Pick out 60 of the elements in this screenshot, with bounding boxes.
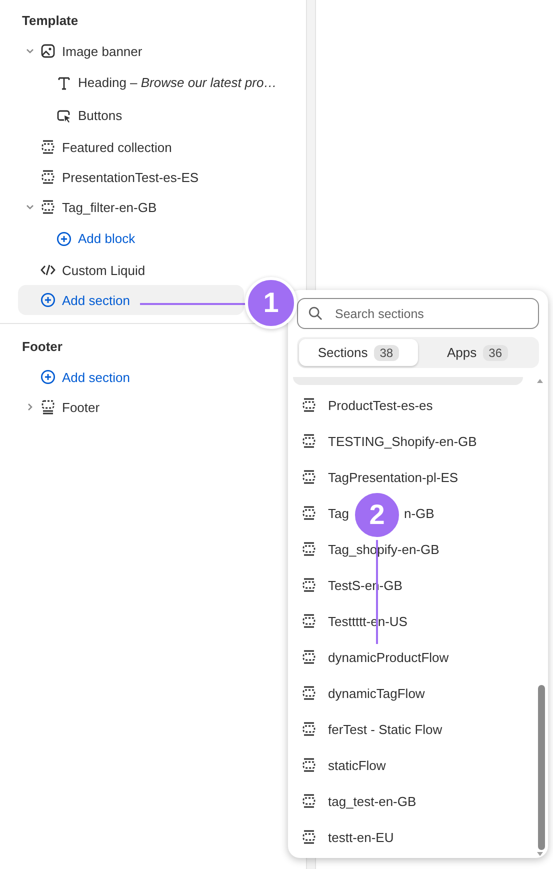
section-option[interactable]: dynamicProductFlow [328, 650, 449, 664]
tree-item-label[interactable]: Add section [62, 370, 130, 384]
add-icon [56, 230, 72, 246]
tab[interactable]: Sections 38 [299, 339, 418, 366]
section-icon [301, 649, 317, 665]
image-icon [40, 43, 56, 59]
group-heading: Template [22, 12, 80, 30]
section-option[interactable]: ferTest - Static Flow [328, 722, 442, 736]
tree-item-label[interactable]: Image banner [62, 44, 142, 58]
section-option[interactable]: testt-en-EU [328, 830, 394, 844]
count-badge: 38 [374, 344, 400, 360]
tree-item-label[interactable]: Tag_filter-en-GB [62, 200, 157, 214]
text-icon [56, 74, 72, 90]
section-option[interactable]: staticFlow [328, 758, 386, 772]
highlighted-tree-item[interactable]: Add section [18, 285, 244, 315]
tree-item-label[interactable]: Add section [62, 292, 130, 308]
section-icon [301, 793, 317, 809]
section-option-text: n-GB [404, 506, 434, 520]
scroll-down-icon[interactable] [537, 852, 543, 856]
section-icon [40, 139, 56, 155]
section-icon [301, 469, 317, 485]
section-icon [40, 199, 56, 215]
code-icon [40, 262, 56, 278]
tab[interactable]: Apps 36 [418, 339, 537, 366]
scroll-up-icon[interactable] [537, 379, 543, 383]
tree-item-label[interactable]: Heading – Browse our latest pro… [78, 75, 277, 90]
section-option[interactable]: ProductTest-es-es [328, 398, 433, 412]
section-option[interactable]: TESTING_Shopify-en-GB [328, 434, 477, 448]
section-icon [301, 541, 317, 557]
section-option[interactable]: TagPresentation-pl-ES [328, 470, 458, 484]
section-option[interactable]: dynamicTagFlow [328, 686, 425, 700]
section-icon [301, 505, 317, 521]
section-icon [301, 721, 317, 737]
section-icon [301, 685, 317, 701]
tree-item-label[interactable]: Add block [78, 231, 136, 246]
section-option[interactable]: Tag [328, 506, 352, 520]
section-icon [301, 829, 317, 845]
section-icon [301, 397, 317, 413]
chevron-right-icon[interactable] [25, 402, 35, 412]
cursor-icon [56, 108, 72, 124]
footer-icon [40, 399, 56, 415]
group-heading: Footer [22, 338, 64, 356]
section-icon [40, 169, 56, 185]
tree-item-label[interactable]: Footer [62, 400, 100, 414]
add-icon [40, 292, 56, 308]
chevron-down-icon[interactable] [25, 46, 35, 56]
add-icon [40, 369, 56, 385]
tree-item-label[interactable]: Buttons [78, 108, 122, 123]
chevron-down-icon[interactable] [25, 202, 35, 212]
tree-item-label[interactable]: PresentationTest-es-ES [62, 170, 199, 184]
scrollbar-thumb[interactable] [538, 685, 545, 850]
tree-item-label[interactable]: Featured collection [62, 140, 172, 154]
section-option[interactable]: tag_test-en-GB [328, 794, 416, 808]
section-icon [301, 433, 317, 449]
count-badge: 36 [482, 344, 508, 360]
section-icon [301, 577, 317, 593]
section-icon [301, 613, 317, 629]
section-icon [301, 757, 317, 773]
tree-item-label[interactable]: Custom Liquid [62, 262, 146, 278]
search-field[interactable]: Search sections [297, 298, 539, 329]
